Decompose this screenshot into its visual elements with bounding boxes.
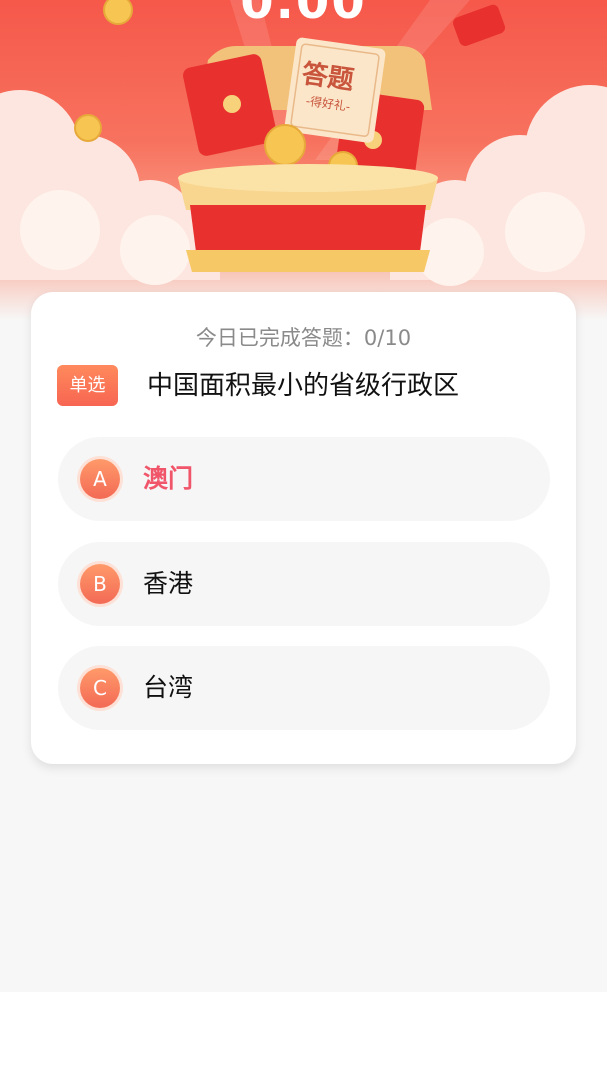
option-b[interactable]: B 香港 [58,542,550,626]
option-b-label: 香港 [143,569,194,598]
question-type-badge: 单选 [57,365,118,406]
gift-box-illustration: 答题 -得好礼- [0,0,607,286]
option-c[interactable]: C 台湾 [58,646,550,730]
balance-amount: 0.00 [240,0,367,30]
option-a[interactable]: A 澳门 [58,437,550,521]
question-text: 中国面积最小的省级行政区 [147,371,460,401]
option-b-letter: B [80,564,120,604]
daily-progress-text: 今日已完成答题：0/10 [195,326,412,350]
option-c-label: 台湾 [143,673,194,702]
option-a-label: 澳门 [143,464,194,493]
quiz-card: 今日已完成答题：0/10 单选 中国面积最小的省级行政区 A 澳门 B 香港 C… [31,292,576,764]
header-banner: 答题 -得好礼- 0.00 [0,0,607,320]
option-a-letter: A [80,459,120,499]
option-c-letter: C [80,668,120,708]
